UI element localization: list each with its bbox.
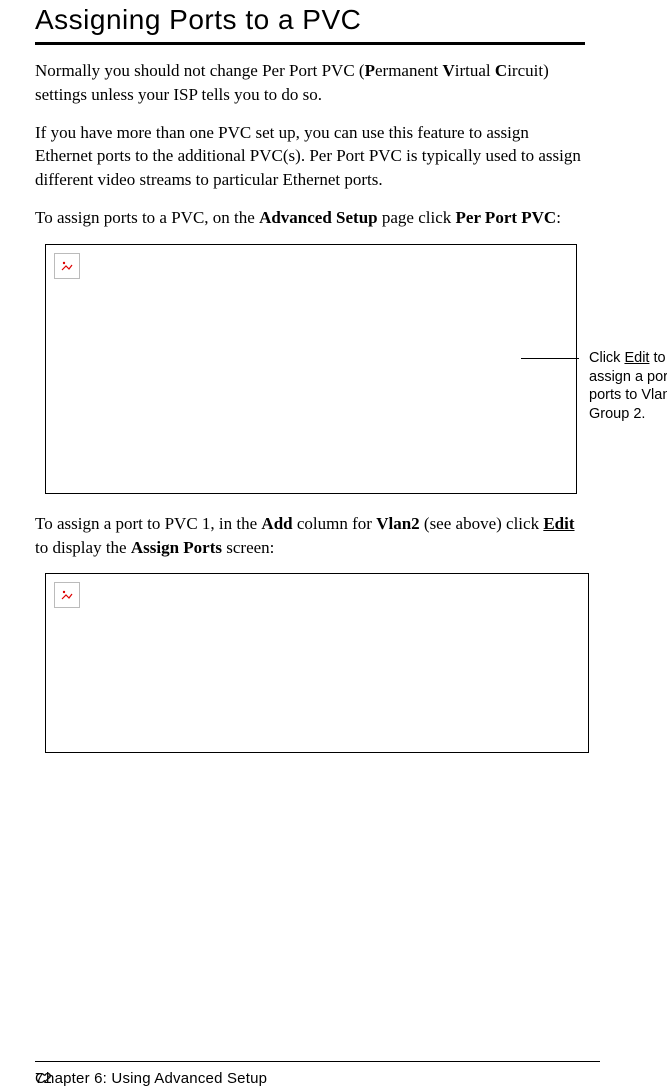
instruction-paragraph-2: To assign a port to PVC 1, in the Add co… <box>35 512 585 560</box>
page-heading: Assigning Ports to a PVC <box>35 4 585 36</box>
page-footer: 72 Chapter 6: Using Advanced Setup <box>35 1061 637 1070</box>
callout-leader-line <box>521 358 579 359</box>
callout-annotation: Click Edit to assign a port or ports to … <box>589 349 667 424</box>
intro-paragraph-2: If you have more than one PVC set up, yo… <box>35 121 585 192</box>
screenshot-placeholder-1 <box>45 244 577 494</box>
broken-image-icon <box>54 582 80 608</box>
broken-image-icon <box>54 253 80 279</box>
instruction-paragraph-1: To assign ports to a PVC, on the Advance… <box>35 206 585 230</box>
footer-rule <box>35 1061 600 1062</box>
screenshot-placeholder-2 <box>45 573 589 753</box>
intro-paragraph-1: Normally you should not change Per Port … <box>35 59 585 107</box>
heading-rule <box>35 42 585 45</box>
chapter-title: Chapter 6: Using Advanced Setup <box>35 1070 267 1087</box>
